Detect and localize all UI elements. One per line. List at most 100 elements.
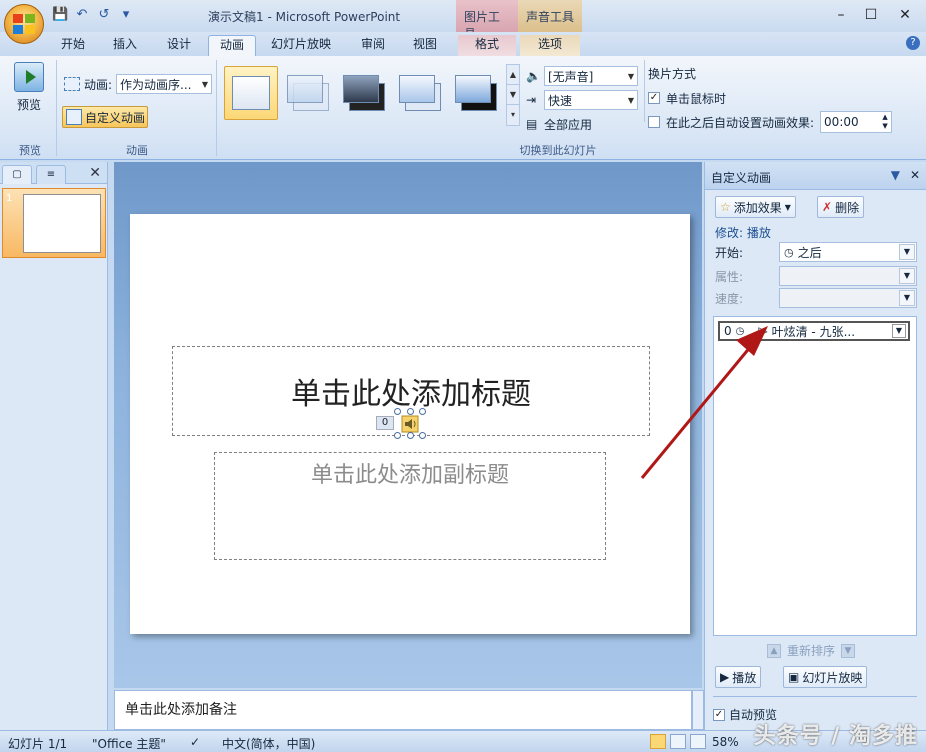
tab-view[interactable]: 视图 bbox=[402, 35, 448, 56]
transition-options: 🔈 [无声音] ▼ ⇥ 快速 ▼ ▤ 全部应用 bbox=[526, 64, 644, 136]
transition-cut[interactable] bbox=[394, 66, 448, 120]
title-placeholder-text: 单击此处添加标题 bbox=[291, 377, 531, 412]
resize-handle[interactable] bbox=[407, 432, 414, 439]
resize-handle[interactable] bbox=[419, 408, 426, 415]
reorder-label: 重新排序 bbox=[787, 644, 836, 658]
tab-format[interactable]: 格式 bbox=[458, 35, 516, 56]
chevron-down-icon: ▼ bbox=[899, 268, 915, 284]
task-pane-title: 自定义动画 bbox=[711, 171, 772, 185]
customize-qat-icon[interactable]: ▾ bbox=[118, 7, 134, 23]
play-button[interactable]: ▶ 播放 bbox=[715, 666, 762, 688]
spellcheck-icon[interactable]: ✓ bbox=[190, 735, 200, 749]
preview-button[interactable]: 预览 bbox=[6, 62, 52, 122]
gallery-scrollbar[interactable]: ▲ ▼ ▾ bbox=[506, 64, 520, 126]
property-label: 属性: bbox=[715, 270, 744, 284]
play-icon: ▶ bbox=[720, 670, 730, 684]
resize-handle[interactable] bbox=[394, 432, 401, 439]
transition-fade-smooth[interactable] bbox=[282, 66, 336, 120]
apply-all-button[interactable]: ▤ 全部应用 bbox=[526, 112, 644, 136]
group-separator bbox=[216, 60, 217, 156]
slideshow-icon: ▣ bbox=[788, 670, 800, 684]
notes-pane[interactable]: 单击此处添加备注 bbox=[114, 690, 692, 730]
pane-options-icon[interactable]: ▼ bbox=[891, 168, 900, 182]
tab-animations[interactable]: 动画 bbox=[208, 35, 256, 56]
spin-arrows-icon[interactable]: ▲ ▼ bbox=[879, 113, 891, 131]
help-icon[interactable]: ? bbox=[906, 36, 920, 50]
chevron-down-icon: ▼ bbox=[899, 290, 915, 306]
auto-after-checkbox[interactable] bbox=[648, 116, 660, 128]
clock-icon: ◷ bbox=[784, 245, 794, 259]
context-tab-sound-tools: 声音工具 bbox=[518, 0, 582, 32]
move-up-icon[interactable]: ▲ bbox=[767, 643, 781, 658]
animate-dropdown[interactable]: 作为动画序... ▼ bbox=[116, 74, 213, 94]
animation-list-item[interactable]: 0 ◷ ▷ 叶炫清 - 九张... ▼ bbox=[718, 321, 910, 341]
tab-options[interactable]: 选项 bbox=[520, 35, 580, 56]
on-click-checkbox[interactable]: ✓ bbox=[648, 92, 660, 104]
tab-review[interactable]: 审阅 bbox=[350, 35, 396, 56]
transition-speed-dropdown[interactable]: 快速 ▼ bbox=[544, 90, 638, 110]
auto-after-label: 在此之后自动设置动画效果: bbox=[666, 115, 815, 130]
redo-icon[interactable]: ↺ bbox=[96, 7, 112, 23]
maximize-button[interactable]: ☐ bbox=[856, 4, 886, 26]
tab-home[interactable]: 开始 bbox=[50, 35, 96, 56]
advance-title: 换片方式 bbox=[648, 67, 697, 81]
custom-animation-pane: 自定义动画 ▼ ✕ ☆ 添加效果 ▼ ✗ 删除 修改: 播放 开始: ◷ 之后 … bbox=[704, 162, 926, 730]
speed-dropdown[interactable]: ▼ bbox=[779, 288, 917, 308]
resize-handle[interactable] bbox=[394, 408, 401, 415]
slide-thumbnail[interactable]: 1 bbox=[2, 188, 106, 258]
gallery-more-icon[interactable]: ▾ bbox=[507, 105, 519, 125]
transition-none[interactable] bbox=[224, 66, 278, 120]
transition-sound-dropdown[interactable]: [无声音] ▼ bbox=[544, 66, 638, 86]
close-icon[interactable]: ✕ bbox=[89, 165, 101, 181]
slide-canvas: 单击此处添加标题 单击此处添加副标题 0 bbox=[130, 214, 690, 634]
subtitle-placeholder[interactable]: 单击此处添加副标题 bbox=[214, 452, 606, 560]
transition-group-label: 切换到此幻灯片 bbox=[519, 144, 597, 157]
transition-sound-value: [无声音] bbox=[548, 69, 594, 84]
move-down-icon[interactable]: ▼ bbox=[841, 643, 856, 658]
custom-animation-icon bbox=[66, 109, 82, 125]
tab-design[interactable]: 设计 bbox=[156, 35, 202, 56]
chevron-down-icon[interactable]: ▼ bbox=[892, 324, 906, 338]
slideshow-view-button[interactable] bbox=[690, 734, 706, 749]
tab-slideshow[interactable]: 幻灯片放映 bbox=[260, 35, 342, 56]
remove-button[interactable]: ✗ 删除 bbox=[817, 196, 865, 218]
close-button[interactable]: ✕ bbox=[890, 4, 920, 26]
language: 中文(简体，中国) bbox=[222, 737, 316, 751]
notes-scrollbar[interactable] bbox=[692, 690, 704, 730]
auto-time-spinner[interactable]: 00:00 ▲ ▼ bbox=[820, 111, 893, 133]
tab-insert[interactable]: 插入 bbox=[102, 35, 148, 56]
tab-outline[interactable]: ≡ bbox=[36, 165, 66, 184]
divider bbox=[713, 696, 917, 697]
office-button[interactable] bbox=[4, 4, 44, 44]
clock-icon: ◷ bbox=[735, 325, 745, 337]
resize-handle[interactable] bbox=[407, 408, 414, 415]
minimize-button[interactable]: – bbox=[826, 4, 856, 26]
group-separator bbox=[56, 60, 57, 156]
animation-order-badge: 0 bbox=[376, 416, 394, 430]
save-icon[interactable]: 💾 bbox=[52, 7, 68, 23]
slides-pane: ▢ ≡ ✕ 1 bbox=[0, 162, 108, 730]
autopreview-checkbox[interactable]: ✓ bbox=[713, 708, 725, 721]
gallery-up-icon[interactable]: ▲ bbox=[507, 65, 519, 85]
slideshow-button[interactable]: ▣ 幻灯片放映 bbox=[783, 666, 868, 688]
animation-list[interactable]: 0 ◷ ▷ 叶炫清 - 九张... ▼ bbox=[713, 316, 917, 636]
preview-label: 预览 bbox=[16, 98, 41, 112]
property-dropdown[interactable]: ▼ bbox=[779, 266, 917, 286]
resize-handle[interactable] bbox=[419, 432, 426, 439]
normal-view-button[interactable] bbox=[650, 734, 666, 749]
undo-icon[interactable]: ↶ bbox=[74, 7, 90, 23]
speed-label: 速度: bbox=[715, 292, 744, 306]
slide-sorter-button[interactable] bbox=[670, 734, 686, 749]
transition-cut-black[interactable] bbox=[450, 66, 504, 120]
close-icon[interactable]: ✕ bbox=[910, 168, 920, 182]
sound-object[interactable] bbox=[394, 408, 426, 439]
gallery-down-icon[interactable]: ▼ bbox=[507, 85, 519, 105]
transition-fade-black[interactable] bbox=[338, 66, 392, 120]
custom-animation-label: 自定义动画 bbox=[85, 110, 146, 125]
add-effect-button[interactable]: ☆ 添加效果 ▼ bbox=[715, 196, 796, 218]
slideshow-label: 幻灯片放映 bbox=[802, 670, 863, 685]
tab-slides[interactable]: ▢ bbox=[2, 165, 32, 184]
start-dropdown[interactable]: ◷ 之后 ▼ bbox=[779, 242, 917, 262]
custom-animation-button[interactable]: 自定义动画 bbox=[62, 106, 148, 128]
modify-label: 修改: 播放 bbox=[715, 226, 771, 240]
